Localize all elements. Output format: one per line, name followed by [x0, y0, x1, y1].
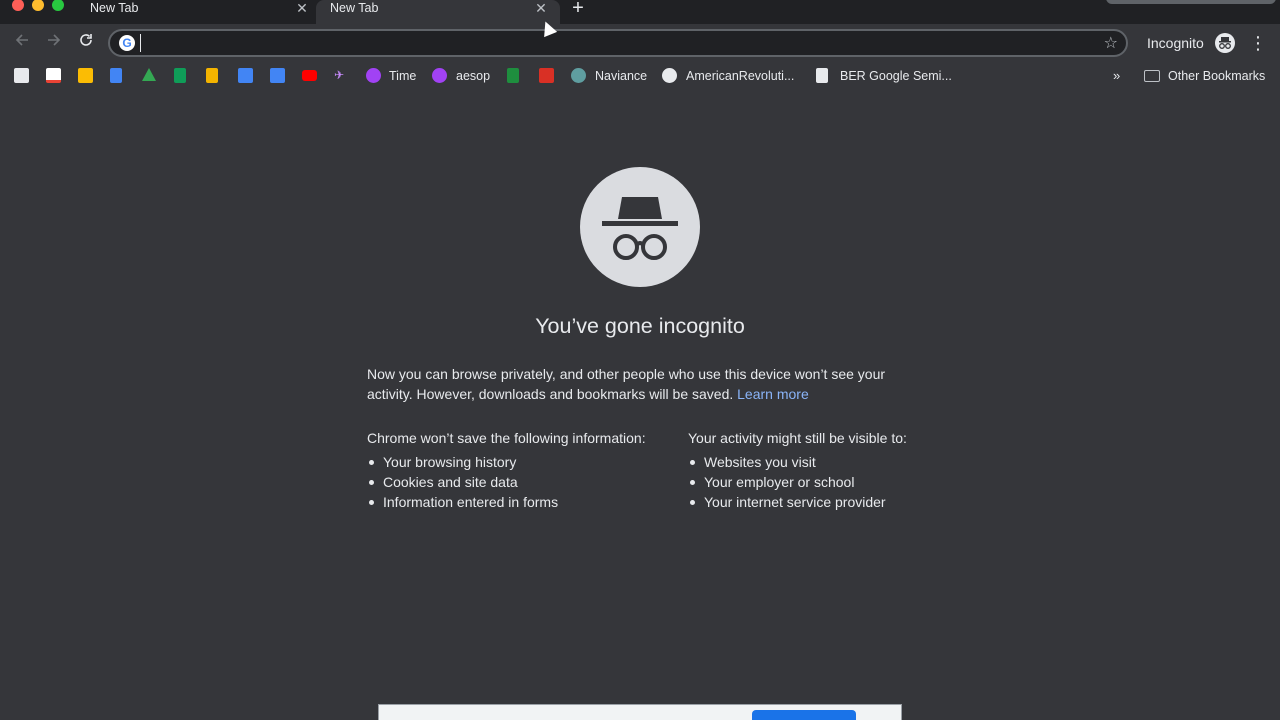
aesop-icon[interactable]: [432, 68, 447, 83]
window-search-pill[interactable]: [1106, 0, 1276, 4]
address-input[interactable]: [140, 34, 1090, 52]
slides-icon[interactable]: [206, 68, 218, 83]
bookmark-time[interactable]: Time: [389, 69, 416, 83]
sheets-icon[interactable]: [174, 68, 186, 83]
new-tab-button[interactable]: +: [568, 0, 588, 18]
omnibox[interactable]: G ☆: [108, 29, 1128, 57]
keep-icon[interactable]: [270, 68, 285, 83]
close-icon[interactable]: ✕: [294, 0, 310, 16]
list-item: Websites you visit: [688, 452, 948, 472]
other-bookmarks-button[interactable]: Other Bookmarks: [1168, 69, 1265, 83]
reload-icon: [80, 34, 92, 46]
not-saved-list: Your browsing history Cookies and site d…: [367, 452, 687, 512]
bird-icon[interactable]: ✈: [334, 68, 349, 83]
incognito-avatar-icon[interactable]: [1215, 33, 1235, 53]
more-menu-button[interactable]: ⋮: [1249, 32, 1267, 54]
learn-more-link[interactable]: Learn more: [737, 386, 809, 402]
bookmark-star-icon[interactable]: ☆: [1104, 33, 1118, 53]
drive-icon[interactable]: [142, 68, 156, 81]
not-saved-section: Chrome won’t save the following informat…: [367, 428, 687, 512]
docs-icon[interactable]: [110, 68, 122, 83]
time-icon[interactable]: [366, 68, 381, 83]
forward-button[interactable]: [43, 32, 65, 54]
tab-title: New Tab: [90, 1, 139, 15]
youtube-icon[interactable]: [302, 70, 317, 81]
arrow-left-icon: [15, 34, 28, 46]
profile-label[interactable]: Incognito: [1147, 35, 1204, 51]
tab-title: New Tab: [330, 1, 379, 15]
still-visible-section: Your activity might still be visible to:…: [688, 428, 948, 512]
list-item: Your browsing history: [367, 452, 687, 472]
bookmark-aesop[interactable]: aesop: [456, 69, 490, 83]
gmail-icon[interactable]: [46, 68, 61, 83]
google-icon: G: [119, 35, 135, 51]
popup-primary-button[interactable]: [752, 710, 856, 720]
p-icon[interactable]: [507, 68, 519, 83]
close-icon[interactable]: ✕: [533, 0, 549, 16]
incognito-logo: [580, 167, 700, 287]
tab-2[interactable]: New Tab ✕: [316, 0, 560, 24]
reload-button[interactable]: [75, 32, 97, 54]
list-item: Your employer or school: [688, 472, 948, 492]
tab-1[interactable]: New Tab ✕: [76, 0, 316, 24]
window-maximize-button[interactable]: [52, 0, 64, 11]
doc-icon[interactable]: [816, 68, 828, 83]
list-item: Your internet service provider: [688, 492, 948, 512]
window-minimize-button[interactable]: [32, 0, 44, 11]
calendar-icon[interactable]: [238, 68, 253, 83]
bookmark-ber-google[interactable]: BER Google Semi...: [840, 69, 952, 83]
still-visible-list: Websites you visit Your employer or scho…: [688, 452, 948, 512]
bookmarks-bar: ✈ Time aesop Naviance AmericanRevoluti..…: [0, 62, 1280, 92]
photos-icon[interactable]: [78, 68, 93, 83]
list-item: Cookies and site data: [367, 472, 687, 492]
incognito-page: You’ve gone incognito Now you can browse…: [0, 92, 1280, 720]
folder-icon: [1144, 70, 1160, 82]
intro-paragraph: Now you can browse privately, and other …: [367, 364, 927, 404]
toolbar: G ☆ Incognito ⋮: [0, 24, 1280, 62]
calendar-box-icon[interactable]: [539, 68, 554, 83]
spy-icon: [602, 197, 678, 260]
list-item: Information entered in forms: [367, 492, 687, 512]
naviance-icon[interactable]: [571, 68, 586, 83]
bookmarks-overflow-button[interactable]: »: [1113, 68, 1120, 83]
back-button[interactable]: [11, 32, 33, 54]
globe-icon[interactable]: [662, 68, 677, 83]
arrow-right-icon: [48, 34, 61, 46]
bottom-popup-card: [378, 704, 902, 720]
bookmark-americanrevolution[interactable]: AmericanRevoluti...: [686, 69, 794, 83]
not-saved-title: Chrome won’t save the following informat…: [367, 430, 646, 446]
page-title: You’ve gone incognito: [535, 314, 745, 338]
still-visible-title: Your activity might still be visible to:: [688, 430, 907, 446]
window-close-button[interactable]: [12, 0, 24, 11]
tab-strip: New Tab ✕ New Tab ✕ +: [0, 0, 1280, 24]
bookmark-naviance[interactable]: Naviance: [595, 69, 647, 83]
incognito-icon: [1219, 37, 1231, 49]
bookmark-icon-1[interactable]: [14, 68, 29, 83]
